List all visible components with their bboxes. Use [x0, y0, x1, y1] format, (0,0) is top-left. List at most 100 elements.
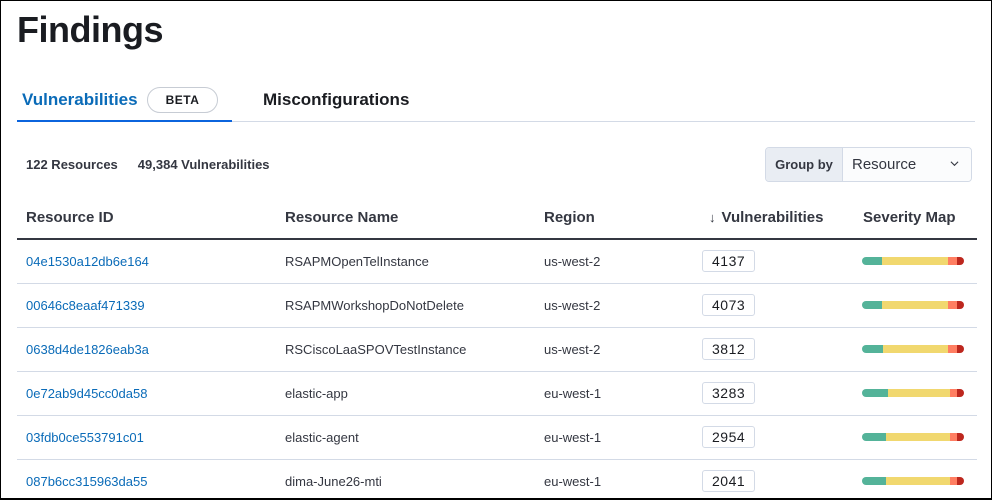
- chevron-down-icon: [950, 161, 959, 167]
- severity-segment-low: [862, 433, 887, 441]
- region-cell: us-west-2: [535, 327, 693, 372]
- group-by-selected-value: Resource: [852, 156, 917, 173]
- region-cell: us-west-2: [535, 239, 693, 284]
- severity-map-cell: [854, 415, 977, 460]
- severity-segment-critical: [956, 433, 964, 441]
- resource-id-cell: 00646c8eaaf471339: [17, 283, 276, 328]
- resource-name-cell: dima-June26-mti: [285, 473, 382, 489]
- beta-badge: BETA: [146, 87, 219, 113]
- severity-segment-medium: [886, 433, 950, 441]
- severity-map-cell: [854, 459, 977, 498]
- vulnerabilities-cell: 3283: [693, 371, 854, 416]
- vulnerability-count-badge: 4137: [702, 250, 756, 273]
- region-cell: eu-west-1: [535, 415, 693, 460]
- table-row: 04e1530a12db6e164 RSAPMOpenTelInstance u…: [17, 239, 977, 284]
- severity-map-bar: [862, 477, 964, 486]
- header-vulnerabilities[interactable]: ↓ Vulnerabilities: [693, 197, 854, 240]
- severity-segment-low: [862, 301, 883, 309]
- resource-name-cell: elastic-agent: [276, 415, 535, 460]
- resource-id-link[interactable]: 03fdb0ce553791c01: [26, 430, 144, 445]
- severity-segment-high: [949, 477, 957, 486]
- severity-segment-high: [947, 345, 957, 353]
- resource-id-cell: 04e1530a12db6e164: [17, 239, 276, 284]
- severity-map-cell: [854, 283, 977, 328]
- severity-segment-critical: [956, 257, 964, 266]
- table-row: 0e72ab9d45cc0da58 elastic-app eu-west-1 …: [17, 371, 977, 416]
- vulnerability-count-badge: 3283: [702, 382, 756, 404]
- severity-segment-high: [947, 257, 957, 266]
- severity-segment-medium: [883, 345, 948, 353]
- severity-segment-medium: [882, 301, 948, 309]
- resource-id-cell: 087b6cc315963da55: [17, 459, 276, 498]
- arrow-down-icon: ↓: [709, 210, 716, 225]
- region-cell: eu-west-1: [535, 371, 693, 416]
- severity-segment-low: [862, 257, 883, 266]
- severity-segment-low: [862, 389, 888, 397]
- resource-id-cell: 0638d4de1826eab3a: [17, 327, 276, 372]
- resource-id-cell: 0e72ab9d45cc0da58: [17, 371, 276, 416]
- vulnerabilities-cell: 3812: [693, 327, 854, 372]
- resource-id-link[interactable]: 087b6cc315963da55: [26, 474, 147, 489]
- table-row: 0638d4de1826eab3a RSCiscoLaaSPOVTestInst…: [17, 327, 977, 372]
- vulnerability-count-badge: 2954: [702, 426, 756, 448]
- severity-segment-high: [949, 389, 957, 397]
- severity-segment-high: [947, 301, 957, 309]
- tab-misconfigurations[interactable]: Misconfigurations: [263, 85, 409, 122]
- header-resource-id[interactable]: Resource ID: [17, 197, 276, 240]
- resource-name-cell: RSAPMWorkshopDoNotDelete: [276, 283, 535, 328]
- vulnerabilities-count: 49,384 Vulnerabilities: [137, 157, 270, 172]
- table-row: 00646c8eaaf471339 RSAPMWorkshopDoNotDele…: [17, 283, 977, 328]
- header-severity-map[interactable]: Severity Map: [854, 197, 977, 240]
- severity-map-bar: [862, 257, 964, 266]
- resource-id-link[interactable]: 04e1530a12db6e164: [26, 254, 149, 269]
- page-title: Findings: [17, 9, 163, 50]
- header-resource-name[interactable]: Resource Name: [276, 197, 535, 240]
- resource-id-link[interactable]: 0e72ab9d45cc0da58: [26, 386, 147, 401]
- severity-segment-medium: [887, 389, 950, 397]
- severity-segment-critical: [956, 345, 964, 353]
- vulnerabilities-cell: 2041: [693, 459, 854, 498]
- severity-map-bar: [862, 345, 964, 353]
- tab-vulnerabilities[interactable]: Vulnerabilities BETA: [17, 85, 232, 122]
- tab-misconfigurations-label: Misconfigurations: [263, 90, 410, 109]
- resource-name-cell: elastic-app: [276, 371, 535, 416]
- group-by-select[interactable]: Resource: [843, 148, 971, 181]
- group-by-control: Group by Resource: [765, 147, 972, 182]
- results-summary: 122 Resources 49,384 Vulnerabilities: [26, 157, 270, 172]
- region-cell: us-west-2: [535, 283, 693, 328]
- resources-table: Resource ID Resource Name Region ↓ Vulner…: [17, 197, 977, 498]
- severity-segment-low: [862, 345, 884, 353]
- severity-map-cell: [854, 371, 977, 416]
- resource-name-cell: RSAPMOpenTelInstance: [276, 239, 535, 284]
- severity-map-cell: [854, 239, 977, 284]
- severity-map-bar: [862, 301, 964, 309]
- resource-id-link[interactable]: 0638d4de1826eab3a: [26, 342, 149, 357]
- severity-map-bar: [862, 433, 964, 441]
- severity-segment-critical: [956, 477, 964, 486]
- severity-segment-high: [949, 433, 957, 441]
- vulnerabilities-cell: 4073: [693, 283, 854, 328]
- severity-segment-medium: [882, 257, 948, 266]
- severity-segment-medium: [886, 477, 950, 486]
- resource-name-cell: RSCiscoLaaSPOVTestInstance: [276, 327, 535, 372]
- header-region[interactable]: Region: [535, 197, 693, 240]
- findings-page: Findings Vulnerabilities BETA Misconfigu…: [0, 0, 992, 500]
- group-by-label: Group by: [766, 148, 843, 181]
- region-cell: eu-west-1: [544, 473, 602, 489]
- findings-tabs: Vulnerabilities BETA Misconfigurations: [17, 85, 975, 122]
- vulnerability-count-badge: 2041: [702, 470, 756, 493]
- tab-vulnerabilities-label: Vulnerabilities: [22, 90, 138, 109]
- severity-segment-critical: [956, 389, 964, 397]
- vulnerabilities-cell: 4137: [693, 239, 854, 284]
- severity-segment-critical: [956, 301, 964, 309]
- table-row: 03fdb0ce553791c01 elastic-agent eu-west-…: [17, 415, 977, 460]
- severity-map-bar: [862, 389, 964, 397]
- resource-id-link[interactable]: 00646c8eaaf471339: [26, 298, 145, 313]
- vulnerability-count-badge: 4073: [702, 294, 756, 316]
- resource-id-cell: 03fdb0ce553791c01: [17, 415, 276, 460]
- resources-count: 122 Resources: [26, 157, 118, 172]
- vulnerabilities-cell: 2954: [693, 415, 854, 460]
- table-row: 087b6cc315963da55 dima-June26-mti eu-wes…: [17, 459, 977, 498]
- header-vulnerabilities-label: Vulnerabilities: [721, 209, 824, 226]
- severity-segment-low: [862, 477, 887, 486]
